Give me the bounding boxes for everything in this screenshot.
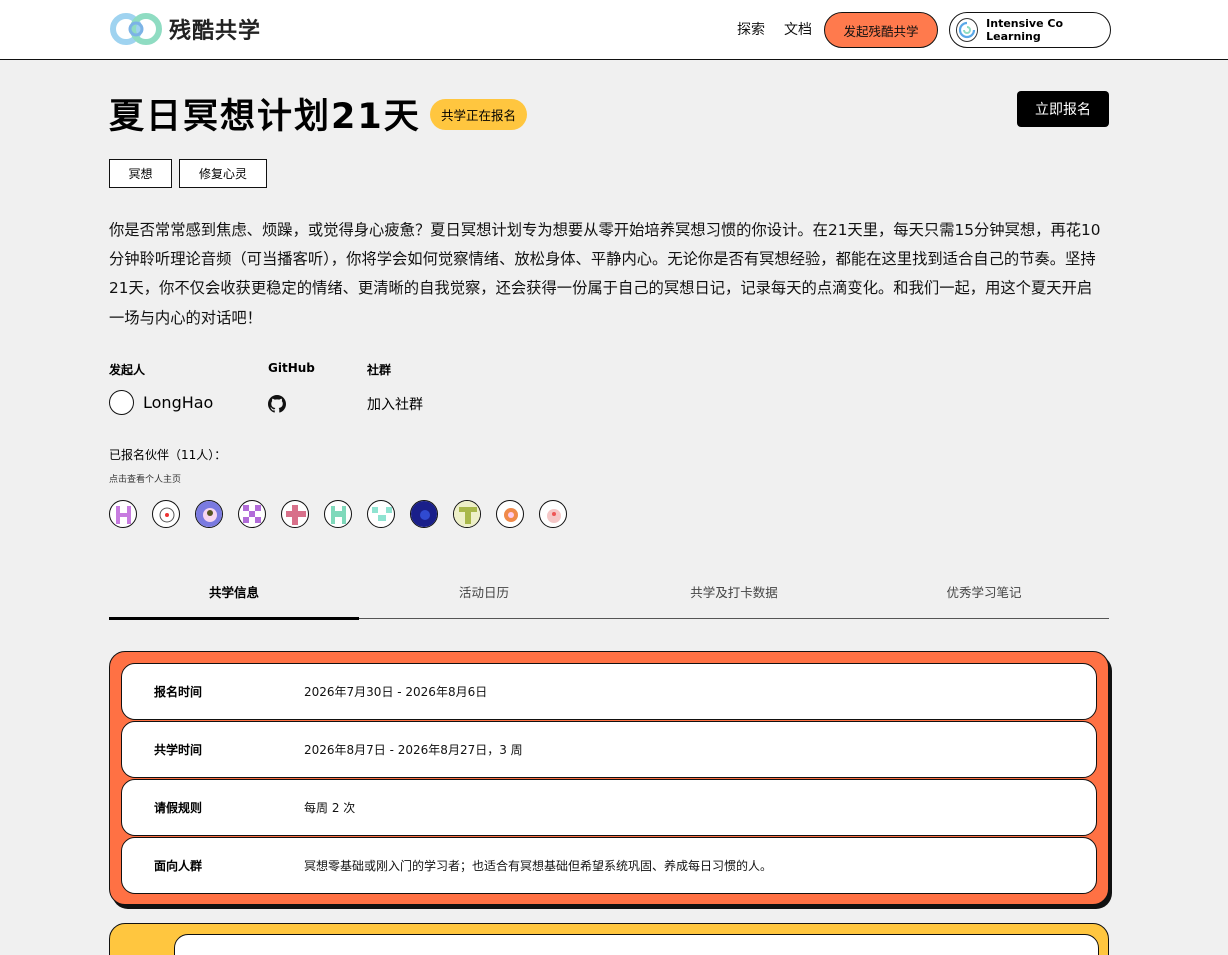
tab-1[interactable]: 共学信息 bbox=[109, 565, 359, 620]
member-avatar[interactable] bbox=[109, 500, 137, 528]
signup-button[interactable]: 立即报名 bbox=[1017, 91, 1109, 127]
program-description: 你是否常常感到焦虑、烦躁，或觉得身心疲惫？夏日冥想计划专为想要从零开始培养冥想习… bbox=[109, 221, 1101, 327]
tag-meditation[interactable]: 冥想 bbox=[109, 159, 172, 188]
info-row: 面向人群 冥想零基础或刚入门的学习者；也适合有冥想基础但希望系统巩固、养成每日习惯… bbox=[121, 837, 1097, 894]
icl-button-label: Intensive Co Learning bbox=[986, 17, 1064, 43]
info-key: 报名时间 bbox=[154, 685, 203, 699]
logo-text: 残酷共学 bbox=[169, 19, 262, 44]
member-avatar[interactable] bbox=[410, 500, 438, 528]
initiator-label: 发起人 bbox=[109, 363, 146, 377]
nav-explore-link[interactable]: 探索 bbox=[737, 19, 765, 39]
initiator-name: LongHao bbox=[143, 393, 214, 412]
partners-label: 已报名伙伴（11人）： bbox=[109, 448, 227, 462]
info-value: 冥想零基础或刚入门的学习者；也适合有冥想基础但希望系统巩固、养成每日习惯的人。 bbox=[304, 859, 773, 873]
member-avatar[interactable] bbox=[539, 500, 567, 528]
tab-4[interactable]: 优秀学习笔记 bbox=[859, 565, 1109, 618]
join-community-link[interactable]: 加入社群 bbox=[367, 394, 423, 414]
tab-2[interactable]: 活动日历 bbox=[359, 565, 609, 618]
tag-heal-mind[interactable]: 修复心灵 bbox=[179, 159, 267, 188]
info-key: 请假规则 bbox=[154, 801, 203, 815]
avatar bbox=[109, 390, 134, 415]
member-avatar[interactable] bbox=[367, 500, 395, 528]
info-key: 面向人群 bbox=[154, 859, 203, 873]
secondary-card bbox=[109, 923, 1109, 955]
start-colearning-button[interactable]: 发起残酷共学 bbox=[824, 12, 938, 48]
info-value: 每周 2 次 bbox=[304, 801, 356, 815]
nav-docs-link[interactable]: 文档 bbox=[784, 19, 812, 39]
info-row: 请假规则 每周 2 次 bbox=[121, 779, 1097, 836]
member-avatar[interactable] bbox=[281, 500, 309, 528]
tab-3[interactable]: 共学及打卡数据 bbox=[609, 565, 859, 618]
top-navigation-bar: 残酷共学 探索 文档 发起残酷共学 Intensive Co Learning bbox=[0, 0, 1228, 60]
intensive-co-learning-button[interactable]: Intensive Co Learning bbox=[949, 12, 1111, 48]
member-avatar[interactable] bbox=[195, 500, 223, 528]
info-row: 共学时间 2026年8月7日 - 2026年8月27日，3 周 bbox=[121, 721, 1097, 778]
logo[interactable]: 残酷共学 bbox=[109, 11, 261, 47]
member-avatar[interactable] bbox=[453, 500, 481, 528]
info-value: 2026年8月7日 - 2026年8月27日，3 周 bbox=[304, 743, 523, 757]
community-label: 社群 bbox=[367, 363, 392, 377]
member-avatar[interactable] bbox=[496, 500, 524, 528]
github-icon[interactable] bbox=[268, 395, 286, 413]
github-label: GitHub bbox=[268, 361, 315, 375]
member-avatar[interactable] bbox=[238, 500, 266, 528]
colearning-info-card: 报名时间 2026年7月30日 - 2026年8月6日共学时间 2026年8月7日 … bbox=[109, 651, 1109, 905]
member-avatar[interactable] bbox=[152, 500, 180, 528]
page-title: 夏日冥想计划21天 bbox=[109, 97, 421, 137]
status-badge: 共学正在报名 bbox=[430, 99, 528, 130]
info-key: 共学时间 bbox=[154, 743, 203, 757]
logo-mark-icon bbox=[110, 13, 162, 45]
initiator-profile[interactable]: LongHao bbox=[109, 390, 213, 415]
icl-logo-icon bbox=[956, 18, 979, 42]
tab-bar: 共学信息 活动日历 共学及打卡数据 优秀学习笔记 bbox=[109, 565, 1109, 620]
info-value: 2026年7月30日 - 2026年8月6日 bbox=[304, 685, 488, 699]
partners-hint: 点击查看个人主页 bbox=[109, 475, 182, 485]
member-avatar[interactable] bbox=[324, 500, 352, 528]
info-row: 报名时间 2026年7月30日 - 2026年8月6日 bbox=[121, 663, 1097, 720]
secondary-card-inner bbox=[174, 934, 1099, 955]
member-avatar-list bbox=[109, 500, 567, 528]
